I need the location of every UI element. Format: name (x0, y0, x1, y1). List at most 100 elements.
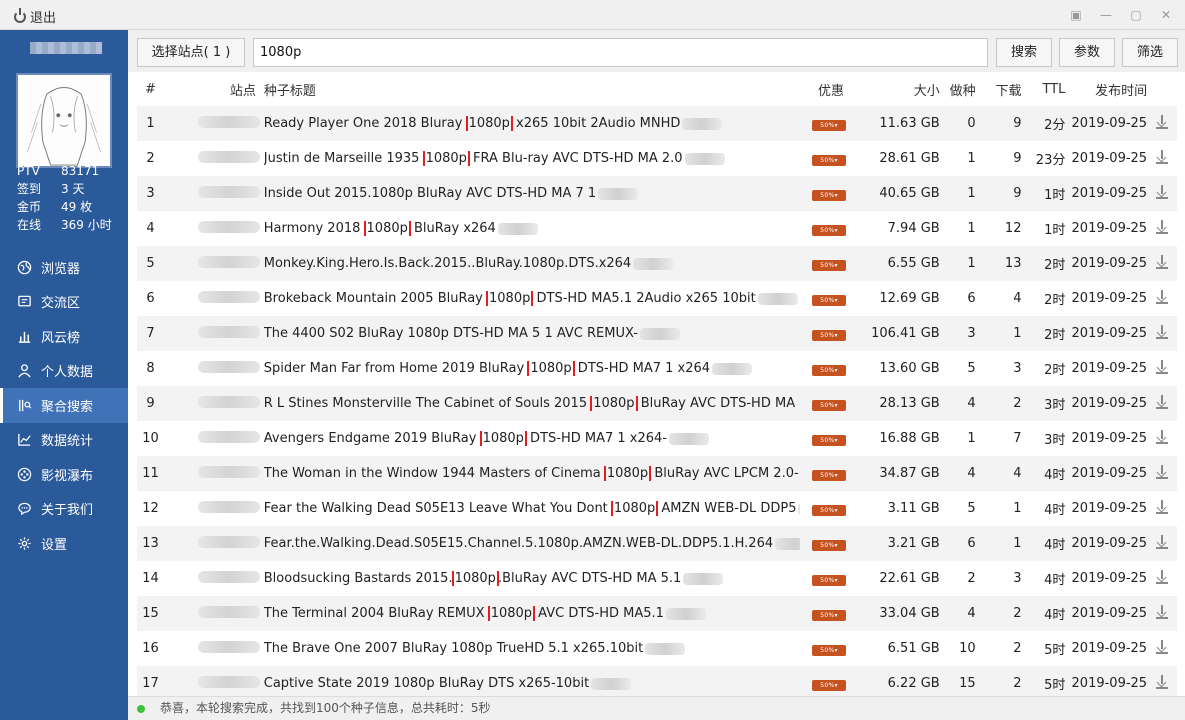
download-icon[interactable] (1156, 604, 1169, 619)
torrent-title[interactable]: The 4400 S02 BluRay 1080p DTS-HD MA 5 1 … (264, 326, 800, 341)
table-row[interactable]: 14 Bloodsucking Bastards 2015. 1080p .BluRa… (137, 561, 1177, 596)
exit-button[interactable]: 退出 (14, 7, 56, 26)
table-row[interactable]: 11 The Woman in the Window 1944 Masters o… (137, 456, 1177, 491)
table-row[interactable]: 6 Brokeback Mountain 2005 BluRay 1080p DT… (137, 281, 1177, 316)
table-row[interactable]: 15 The Terminal 2004 BluRay REMUX 1080p A… (137, 596, 1177, 631)
title-text-rest: FRA Blu-ray AVC DTS-HD MA 2.0 (468, 151, 683, 166)
row-num: 2 (146, 151, 155, 166)
sidebar-item-7[interactable]: 影视瀑布 (0, 457, 128, 492)
sidebar-item-5[interactable]: 聚合搜索 (0, 388, 128, 423)
row-num: 6 (146, 291, 155, 306)
table-row[interactable]: 12 Fear the Walking Dead S05E13 Leave Wha… (137, 491, 1177, 526)
table-row[interactable]: 2 Justin de Marseille 1935 1080p FRA Blu-… (137, 141, 1177, 176)
header-num[interactable]: # (137, 82, 164, 97)
row-action (1147, 254, 1177, 273)
header-promo[interactable]: 优惠 (800, 80, 858, 99)
download-icon[interactable] (1156, 114, 1169, 129)
torrent-title[interactable]: Brokeback Mountain 2005 BluRay 1080p DTS… (264, 291, 800, 306)
torrent-title[interactable]: Avengers Endgame 2019 BluRay 1080p DTS-H… (264, 431, 800, 446)
sidebar-item-3[interactable]: 风云榜 (0, 319, 128, 354)
header-size[interactable]: 大小 (858, 80, 940, 99)
header-ttl[interactable]: TTL (1022, 82, 1065, 97)
download-icon[interactable] (1156, 394, 1169, 409)
table-row[interactable]: 3 Inside Out 2015.1080p BluRay AVC DTS-HD… (137, 176, 1177, 211)
row-num: 13 (142, 536, 159, 551)
sidebar-item-1[interactable]: 浏览器 (0, 250, 128, 285)
download-icon[interactable] (1156, 324, 1169, 339)
blurred-site-name (197, 290, 260, 303)
torrent-title[interactable]: R L Stines Monsterville The Cabinet of S… (264, 396, 800, 411)
torrent-title[interactable]: The Woman in the Window 1944 Masters of … (264, 466, 800, 481)
table-row[interactable]: 7 The 4400 S02 BluRay 1080p DTS-HD MA 5 1… (137, 316, 1177, 351)
torrent-title[interactable]: Spider Man Far from Home 2019 BluRay 108… (264, 361, 800, 376)
stat-key: PTV (17, 164, 40, 178)
table-row[interactable]: 5 Monkey.King.Hero.Is.Back.2015..BluRay.1… (137, 246, 1177, 281)
download-icon[interactable] (1156, 534, 1169, 549)
download-icon[interactable] (1156, 289, 1169, 304)
skin-icon[interactable]: ▣ (1067, 6, 1085, 24)
torrent-title[interactable]: Captive State 2019 1080p BluRay DTS x265… (264, 676, 800, 691)
table-row[interactable]: 8 Spider Man Far from Home 2019 BluRay 10… (137, 351, 1177, 386)
table-row[interactable]: 1 Ready Player One 2018 Bluray 1080p x265… (137, 106, 1177, 141)
torrent-title[interactable]: Fear the Walking Dead S05E13 Leave What … (264, 501, 801, 516)
search-button[interactable]: 搜索 (996, 38, 1052, 67)
torrent-title[interactable]: Ready Player One 2018 Bluray 1080p x265 … (264, 116, 800, 131)
download-icon[interactable] (1156, 464, 1169, 479)
header-download[interactable]: 下载 (976, 80, 1021, 99)
table-row[interactable]: 10 Avengers Endgame 2019 BluRay 1080p DTS… (137, 421, 1177, 456)
torrent-title[interactable]: Justin de Marseille 1935 1080p FRA Blu-r… (264, 151, 800, 166)
download-icon[interactable] (1156, 499, 1169, 514)
blurred-site-name (197, 115, 260, 128)
maximize-icon[interactable]: ▢ (1127, 6, 1145, 24)
download-icon[interactable] (1156, 639, 1169, 654)
params-button[interactable]: 参数 (1059, 38, 1115, 67)
row-site (164, 360, 264, 377)
download-icon[interactable] (1156, 254, 1169, 269)
close-icon[interactable]: ✕ (1157, 6, 1175, 24)
table-row[interactable]: 16 The Brave One 2007 BluRay 1080p TrueHD… (137, 631, 1177, 666)
torrent-title[interactable]: Inside Out 2015.1080p BluRay AVC DTS-HD … (264, 186, 800, 201)
blurred-site-name (197, 570, 260, 583)
sidebar-item-6[interactable]: 数据统计 (0, 423, 128, 458)
torrent-title[interactable]: Harmony 2018 1080p BluRay x264 (264, 221, 800, 236)
site-select-button[interactable]: 选择站点( 1 ) (137, 38, 245, 67)
download-icon[interactable] (1156, 674, 1169, 689)
stat-key: 签到 (17, 182, 42, 196)
row-num: 15 (142, 606, 159, 621)
torrent-title[interactable]: Bloodsucking Bastards 2015. 1080p .BluRay … (264, 571, 800, 586)
free-50-badge: 50%▾ (812, 435, 847, 446)
free-50-badge: 50%▾ (812, 155, 847, 166)
search-input[interactable] (253, 38, 988, 67)
row-size: 7.94 GB (887, 221, 940, 236)
sidebar-item-4[interactable]: 个人数据 (0, 354, 128, 389)
sidebar-item-2[interactable]: 交流区 (0, 285, 128, 320)
download-icon[interactable] (1156, 219, 1169, 234)
row-ttl: 4时 (1044, 503, 1066, 518)
row-action (1147, 324, 1177, 343)
sidebar-item-8[interactable]: 关于我们 (0, 492, 128, 527)
minimize-icon[interactable]: — (1097, 6, 1115, 24)
torrent-title[interactable]: Fear.the.Walking.Dead.S05E15.Channel.5.1… (264, 536, 801, 551)
download-icon[interactable] (1156, 569, 1169, 584)
header-site[interactable]: 站点 (164, 80, 264, 99)
torrent-title[interactable]: Monkey.King.Hero.Is.Back.2015..BluRay.10… (264, 256, 800, 271)
download-icon[interactable] (1156, 184, 1169, 199)
table-row[interactable]: 4 Harmony 2018 1080p BluRay x264 50%▾ 7.94 … (137, 211, 1177, 246)
torrent-title[interactable]: The Terminal 2004 BluRay REMUX 1080p AVC… (264, 606, 800, 621)
table-row[interactable]: 9 R L Stines Monsterville The Cabinet of … (137, 386, 1177, 421)
header-seed[interactable]: 做种 (940, 80, 976, 99)
torrent-title[interactable]: The Brave One 2007 BluRay 1080p TrueHD 5… (264, 641, 800, 656)
sidebar-item-9[interactable]: 设置 (0, 526, 128, 561)
download-icon[interactable] (1156, 149, 1169, 164)
table-row[interactable]: 13 Fear.the.Walking.Dead.S05E15.Channel.5… (137, 526, 1177, 561)
header-title[interactable]: 种子标题 (264, 80, 800, 99)
filter-button[interactable]: 筛选 (1122, 38, 1178, 67)
header-date[interactable]: 发布时间 (1065, 80, 1147, 99)
avatar[interactable] (16, 73, 112, 168)
row-size: 11.63 GB (879, 116, 940, 131)
sidebar-item-label: 浏览器 (41, 261, 81, 277)
download-icon[interactable] (1156, 359, 1169, 374)
stat-value: 83171 (61, 164, 100, 178)
download-icon[interactable] (1156, 429, 1169, 444)
blurred-site-name (197, 535, 260, 548)
